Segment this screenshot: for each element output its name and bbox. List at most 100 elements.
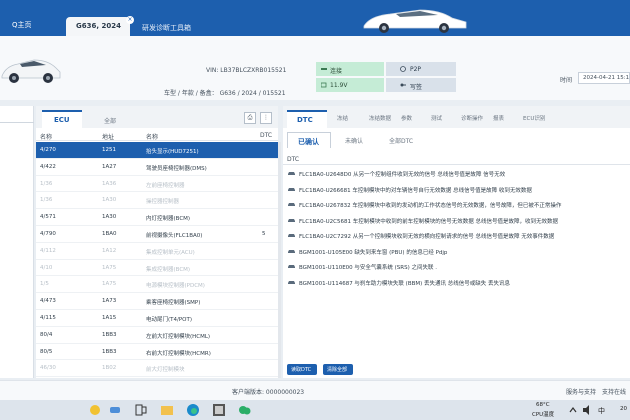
task-view-icon[interactable] bbox=[134, 403, 148, 417]
list-item[interactable]: BGM1001-U114687 与刹车助力模块失联 (BBM) 丢失通讯 总线信… bbox=[283, 275, 630, 291]
table-row[interactable]: 80/5 1BB3 右前大灯控制模块(HCMR) bbox=[36, 344, 278, 361]
cell-name: 80/5 bbox=[40, 348, 53, 355]
connection-status: 连接 P2P 11.9V 写签 bbox=[316, 62, 456, 92]
cell-addr: 1A12 bbox=[102, 247, 117, 254]
cell-addr: 1A30 bbox=[102, 214, 117, 221]
ecu-scrollbar[interactable] bbox=[278, 142, 281, 378]
dtc-subtab[interactable]: 已确认 bbox=[287, 132, 331, 148]
table-row[interactable]: 46/30 1B02 前大灯控制模块 bbox=[36, 360, 278, 378]
table-row[interactable]: 4/473 1A73 乘客座椅控制器(SMP) bbox=[36, 293, 278, 310]
date-field[interactable]: 2024-04-21 15:18 bbox=[578, 72, 630, 84]
table-row[interactable]: 1/36 1A36 左前座椅控制器 bbox=[36, 176, 278, 193]
cell-desc: 驾驶员座椅控制器(DMS) bbox=[146, 165, 207, 172]
vin-text: VIN: LB37BLCZXRB015521 bbox=[206, 67, 287, 74]
list-item[interactable]: BGM1001-U105E00 缺失到来车窗 (PBU) 的信息已经 Pdjp bbox=[283, 244, 630, 260]
service-support-link[interactable]: 服务与支持 bbox=[566, 387, 596, 396]
file-explorer-icon[interactable] bbox=[160, 403, 174, 417]
table-row[interactable]: 80/4 1BB3 左前大灯控制模块(HCML) bbox=[36, 327, 278, 344]
list-item[interactable]: FLC1BA0-U2648D0 从另一个控制组件收到无效的信号 总线信号值是故障… bbox=[283, 166, 630, 182]
table-row[interactable]: 4/790 1BA0 前视摄像头(FLC1BA0) 5 bbox=[36, 226, 278, 243]
dtc-tab[interactable]: 测试 bbox=[431, 114, 442, 122]
dtc-tab[interactable]: ECU识别 bbox=[523, 114, 545, 122]
dtc-panel: DTC 冻结 冻结数据 参数 测试 诊断操作 报表 ECU识别 已确认 未确认 全部DTC DTC… bbox=[283, 106, 630, 378]
car-icon bbox=[288, 218, 295, 222]
cell-addr: 1251 bbox=[102, 147, 116, 153]
tab-vehicle-session[interactable]: G636, 2024 bbox=[66, 17, 130, 36]
weather-tile-icon[interactable] bbox=[108, 403, 122, 417]
list-item[interactable]: FLC1BA0-U2C5681 车控制模块中收到的前车控制模块的信号无效数据 总… bbox=[283, 213, 630, 229]
close-icon[interactable]: × bbox=[126, 16, 134, 24]
cell-desc: 抬头显示(HUD7251) bbox=[146, 149, 199, 155]
cell-desc: 乘客座椅控制器(SMP) bbox=[146, 300, 201, 307]
write-sign[interactable]: 写签 bbox=[386, 78, 456, 92]
col-name: 名称 bbox=[40, 134, 53, 141]
tab-all[interactable]: 全部 bbox=[94, 110, 134, 128]
cell-addr: 1A75 bbox=[102, 281, 117, 288]
ime-indicator[interactable]: 中 bbox=[598, 406, 605, 416]
diag-app-icon[interactable] bbox=[212, 403, 226, 417]
read-dtc-button[interactable]: 读取DTC bbox=[287, 364, 317, 375]
ecu-panel: ECU 全部 ⎙ ⋮ 名称 地址 名称 DTC 4/270 1251 抬头显示(HU… bbox=[36, 106, 278, 378]
list-item[interactable]: BGM1001-U110E00 与安全气囊系统 (SRS) 之间失联 . bbox=[283, 259, 630, 275]
status-bar: 客户端版本: 0000000023 服务与支持 支持在线 bbox=[0, 380, 630, 400]
wechat-icon[interactable] bbox=[238, 403, 252, 417]
table-row[interactable]: 4/10 1A75 集成控制器(BCM) bbox=[36, 260, 278, 277]
col-address: 地址 bbox=[102, 134, 115, 141]
cpu-label: CPU温度 bbox=[532, 412, 555, 418]
dtc-tab[interactable]: 诊断操作 bbox=[461, 114, 483, 122]
online-support-link[interactable]: 支持在线 bbox=[602, 387, 626, 396]
dtc-tab[interactable]: DTC bbox=[287, 110, 327, 128]
cell-name: 4/270 bbox=[40, 147, 56, 153]
table-row[interactable]: 4/571 1A30 内灯控制器(BCM) bbox=[36, 209, 278, 226]
cell-addr: 1A30 bbox=[102, 197, 117, 204]
cpu-temp: 68°C bbox=[536, 402, 550, 408]
list-item[interactable]: FLC1BA0-U267832 车控制模块中收到的发动机的工作状态信号的无效数据… bbox=[283, 197, 630, 213]
status-text: 11.9V bbox=[330, 82, 348, 89]
volume-icon[interactable] bbox=[580, 403, 594, 417]
col-desc: 名称 bbox=[146, 134, 159, 141]
cell-desc: 内灯控制器(BCM) bbox=[146, 216, 191, 223]
car-icon bbox=[288, 280, 295, 284]
more-icon[interactable]: ⋮ bbox=[260, 112, 272, 124]
cell-desc: 电源模块控制器(PDCM) bbox=[146, 283, 205, 290]
list-item[interactable]: FLC1BA0-U266681 车控制模块中的对车辆信号自行无效数据 总线信号值… bbox=[283, 182, 630, 198]
table-row[interactable]: 4/112 1A12 集成控制单元(ACU) bbox=[36, 243, 278, 260]
table-row[interactable]: 1/5 1A75 电源模块控制器(PDCM) bbox=[36, 276, 278, 294]
table-row[interactable]: 4/270 1251 抬头显示(HUD7251) bbox=[36, 142, 278, 159]
diagnostic-app: Q主页 G636, 2024 × 研发诊断工具箱 VIN: LB37BLCZXR… bbox=[0, 0, 630, 400]
dtc-text: FLC1BA0-U2C7292 从另一个控制模块收到无效的横向控制请求的信号 总… bbox=[299, 234, 555, 240]
home-tab[interactable]: Q主页 bbox=[12, 20, 32, 30]
dtc-text: BGM1001-U110E00 与安全气囊系统 (SRS) 之间失联 . bbox=[299, 265, 438, 271]
cell-name: 1/36 bbox=[40, 197, 53, 204]
dtc-tab[interactable]: 冻结 bbox=[337, 114, 348, 122]
dtc-tab[interactable]: 参数 bbox=[401, 114, 412, 122]
dtc-tab[interactable]: 报表 bbox=[493, 114, 504, 122]
col-dtc: DTC bbox=[260, 132, 273, 139]
cell-addr: 1BB3 bbox=[102, 331, 117, 338]
clock[interactable]: 20 bbox=[620, 406, 627, 412]
table-row[interactable]: 4/422 1A27 驾驶员座椅控制器(DMS) bbox=[36, 159, 278, 176]
car-icon bbox=[288, 234, 295, 237]
print-icon[interactable]: ⎙ bbox=[244, 112, 256, 124]
edge-browser-icon[interactable] bbox=[186, 403, 200, 417]
weather-widget-icon[interactable] bbox=[88, 403, 102, 417]
dtc-text: BGM1001-U114687 与刹车助力模块失联 (BBM) 丢失通讯 总线信… bbox=[299, 280, 511, 287]
cell-addr: 1A73 bbox=[102, 298, 117, 305]
table-row[interactable]: 4/115 1A15 电动尾门(T4/POT) bbox=[36, 310, 278, 327]
clear-all-button[interactable]: 清除全部 bbox=[323, 364, 353, 375]
tab-dev-toolbox[interactable]: 研发诊断工具箱 bbox=[142, 23, 191, 33]
dtc-tab[interactable]: 冻结数据 bbox=[369, 114, 391, 122]
list-item[interactable]: FLC1BA0-U2C7292 从另一个控制模块收到无效的横向控制请求的信号 总… bbox=[283, 228, 630, 244]
expand-tray-icon[interactable] bbox=[566, 403, 580, 417]
tab-ecu[interactable]: ECU bbox=[42, 110, 82, 128]
dtc-subtab[interactable]: 未确认 bbox=[345, 136, 363, 145]
cell-desc: 前大灯控制模块 bbox=[146, 367, 185, 374]
status-text: P2P bbox=[410, 66, 422, 73]
dtc-subtab[interactable]: 全部DTC bbox=[389, 136, 413, 145]
sidebar-divider bbox=[0, 122, 34, 123]
dtc-text: FLC1BA0-U2648D0 从另一个控制组件收到无效的信号 总线信号值是故障… bbox=[299, 172, 506, 178]
table-row[interactable]: 1/36 1A30 操控器控制器 bbox=[36, 192, 278, 210]
ecu-actions: ⎙ ⋮ bbox=[244, 112, 274, 124]
link-icon bbox=[321, 68, 327, 70]
status-row-connection: 连接 P2P bbox=[316, 62, 456, 76]
